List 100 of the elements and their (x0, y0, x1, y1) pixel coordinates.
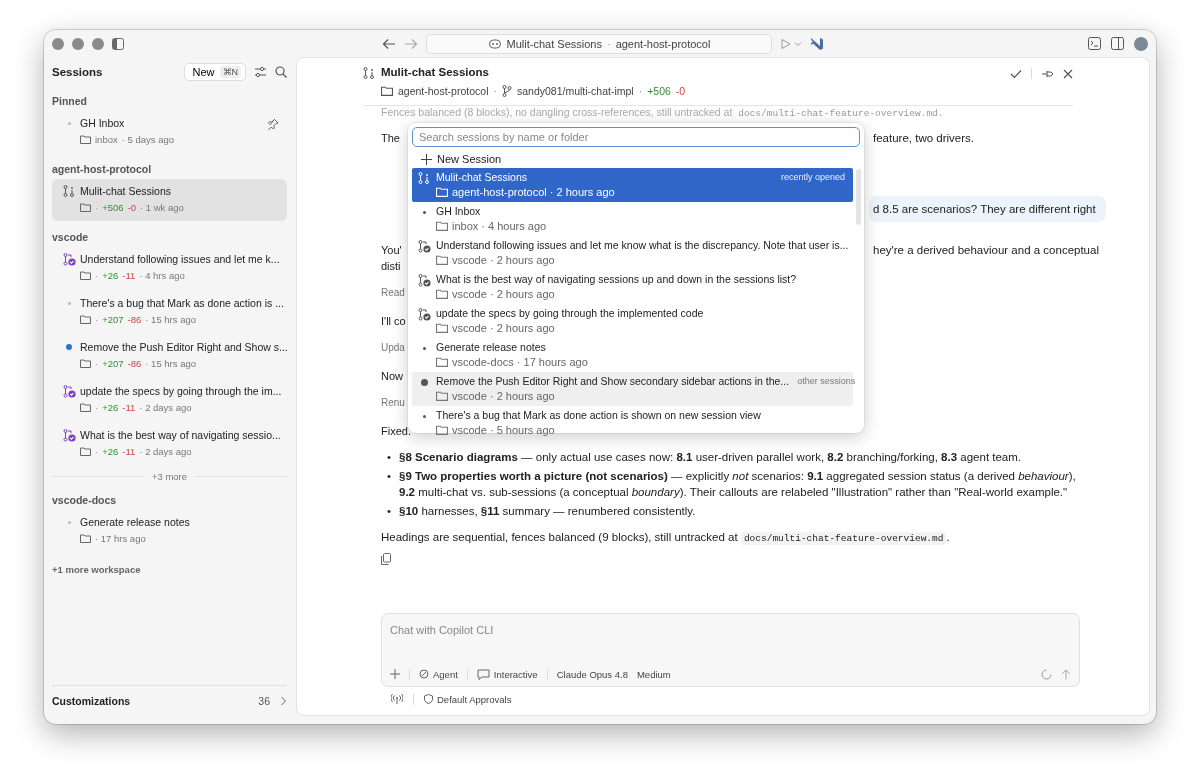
new-session-item[interactable]: New Session (412, 150, 502, 168)
session-tag: recently opened (780, 172, 845, 182)
session-time: · 15 hrs ago (145, 358, 196, 369)
copy-icon[interactable] (381, 553, 391, 565)
session-item[interactable]: Mulit-chat Sessions · +506 -0 · 1 wk ago (52, 179, 287, 221)
session-time: · 2 days ago (139, 446, 192, 457)
folder-icon (436, 425, 448, 435)
pull-request-check-icon (62, 385, 76, 398)
session-time: · 1 wk ago (140, 202, 184, 213)
session-item[interactable]: What is the best way of navigating sessio... · +26 -11 · 2 days ago (52, 423, 287, 465)
separator-dot: · (95, 202, 99, 213)
approvals-picker[interactable]: Default Approvals (424, 693, 512, 705)
mode-picker[interactable]: Agent (419, 668, 458, 680)
session-item[interactable]: GH Inbox inbox · 5 days ago (52, 111, 287, 153)
session-tag: other sessions (797, 376, 856, 386)
effort-picker[interactable]: Medium (636, 668, 671, 680)
separator-dot: · (95, 446, 99, 457)
check-icon[interactable] (1010, 68, 1022, 79)
close-icon[interactable] (1063, 68, 1073, 79)
zoom-window-button[interactable] (92, 37, 104, 50)
folder-icon (80, 359, 91, 368)
split-layout-icon[interactable] (1111, 37, 1124, 50)
session-option[interactable]: Understand following issues and let me know what is the discrepancy. Note that user is... vscode · 2 hours ago (412, 236, 853, 270)
branch-icon (502, 85, 512, 97)
customizations-row[interactable]: Customizations 36 (52, 685, 287, 716)
unread-dot (66, 344, 72, 350)
separator-dot: · (638, 85, 643, 97)
separator-dot: · (95, 402, 99, 413)
session-item[interactable]: Generate release notes · 17 hrs ago (52, 510, 287, 552)
chat-bubble-icon (476, 668, 490, 680)
add-icon[interactable] (390, 669, 400, 679)
session-item[interactable]: Remove the Push Editor Right and Show s... · +207 -86 · 15 hrs ago (52, 335, 287, 377)
sidebar-toggle-icon[interactable] (112, 37, 124, 50)
removed-lines: -86 (127, 314, 142, 325)
show-more-link[interactable]: +3 more (151, 471, 188, 482)
session-meta: vscode · 2 hours ago (452, 390, 555, 402)
bullet-text: §10 harnesses, §11 summary — renumbered consistently. (399, 504, 696, 519)
session-option[interactable]: update the specs by going through the implemented code vscode · 2 hours ago (412, 304, 853, 338)
folder-name: agent-host-protocol (398, 85, 489, 97)
pin-icon[interactable] (267, 118, 279, 130)
sidebar-title: Sessions (52, 66, 104, 78)
session-title: Understand following issues and let me k... (80, 252, 281, 266)
session-time: · 17 hrs ago (95, 533, 146, 544)
folder-icon (436, 289, 448, 299)
chat-input[interactable]: Chat with Copilot CLI Agent Interactive Claude Opus 4.8 Medium (381, 613, 1080, 687)
folder-icon (436, 357, 448, 367)
status-dot (67, 302, 71, 305)
session-option[interactable]: GH Inbox inbox · 4 hours ago (412, 202, 853, 236)
pull-request-check-icon (417, 240, 431, 253)
message-text: Read (381, 287, 405, 298)
filter-icon[interactable] (254, 66, 267, 78)
session-time: · 15 hrs ago (145, 314, 196, 325)
session-title: update the specs by going through the im... (80, 384, 283, 398)
terminal-icon[interactable] (1088, 37, 1101, 50)
session-meta: vscode · 5 hours ago (452, 424, 555, 436)
avatar[interactable] (1134, 36, 1148, 51)
group-label: agent-host-protocol (52, 163, 153, 175)
session-item[interactable]: Understand following issues and let me k... · +26 -11 · 4 hrs ago (52, 247, 287, 289)
back-icon[interactable] (382, 37, 396, 50)
message-text: Headings are sequential, fences balanced (9 blocks), still untracked at docs/multi-chat-feature-overview.md . (381, 530, 951, 547)
folder-icon (80, 203, 91, 212)
command-center[interactable]: Mulit-chat Sessions · agent-host-protocol (426, 33, 772, 54)
session-title: What is the best way of navigating sessio... (80, 428, 282, 442)
ribbon-logo-icon[interactable] (810, 36, 824, 51)
more-workspaces-link[interactable]: +1 more workspace (52, 564, 141, 575)
session-meta: vscode · 2 hours ago (452, 322, 555, 334)
search-field[interactable]: Search sessions by name or folder (412, 127, 860, 147)
search-icon[interactable] (275, 66, 287, 78)
folder-icon (80, 271, 91, 280)
close-window-button[interactable] (52, 37, 64, 50)
session-title: Remove the Push Editor Right and Show secondary sidebar actions in the... (436, 375, 790, 387)
pin-icon[interactable] (1041, 68, 1054, 79)
minimize-window-button[interactable] (72, 37, 84, 50)
folder-icon (381, 86, 393, 96)
session-option[interactable]: Mulit-chat Sessions recently opened agent-host-protocol · 2 hours ago (412, 168, 853, 202)
session-title: GH Inbox (80, 116, 126, 130)
multi-chat-icon (418, 172, 430, 184)
antenna-icon[interactable] (391, 693, 403, 705)
session-item[interactable]: There's a bug that Mark as done action is ... · +207 -86 · 15 hrs ago (52, 291, 287, 333)
interaction-picker[interactable]: Interactive (476, 668, 538, 680)
message-text: hey're a derived behaviour and a conceptual (873, 243, 1099, 258)
folder-icon (80, 315, 91, 324)
removed-lines: -0 (127, 202, 137, 213)
status-dot (422, 211, 426, 214)
session-option[interactable]: What is the best way of navigating sessions up and down in the sessions list? vscode · 2 hours ago (412, 270, 853, 304)
session-option[interactable]: Remove the Push Editor Right and Show secondary sidebar actions in the... other sessions vscode · 2 hours ago (412, 372, 853, 406)
new-session-button[interactable]: New ⌘N (184, 63, 246, 81)
pull-request-check-icon (417, 274, 431, 287)
removed-lines: -0 (675, 85, 686, 97)
model-picker[interactable]: Claude Opus 4.8 (556, 668, 628, 680)
session-item[interactable]: update the specs by going through the im... · +26 -11 · 2 days ago (52, 379, 287, 421)
session-option[interactable]: Generate release notes vscode-docs · 17 hours ago (412, 338, 853, 372)
session-title: Remove the Push Editor Right and Show s... (80, 340, 287, 354)
message-text: Renu (381, 397, 405, 408)
session-title: Generate release notes (80, 515, 191, 529)
scrollbar[interactable] (856, 169, 861, 225)
branch-name: sandy081/multi-chat-impl (517, 85, 634, 97)
session-option[interactable]: There's a bug that Mark as done action is shown on new session view vscode · 5 hours ago (412, 406, 853, 440)
folder-icon (80, 403, 91, 412)
plus-icon (421, 153, 432, 165)
